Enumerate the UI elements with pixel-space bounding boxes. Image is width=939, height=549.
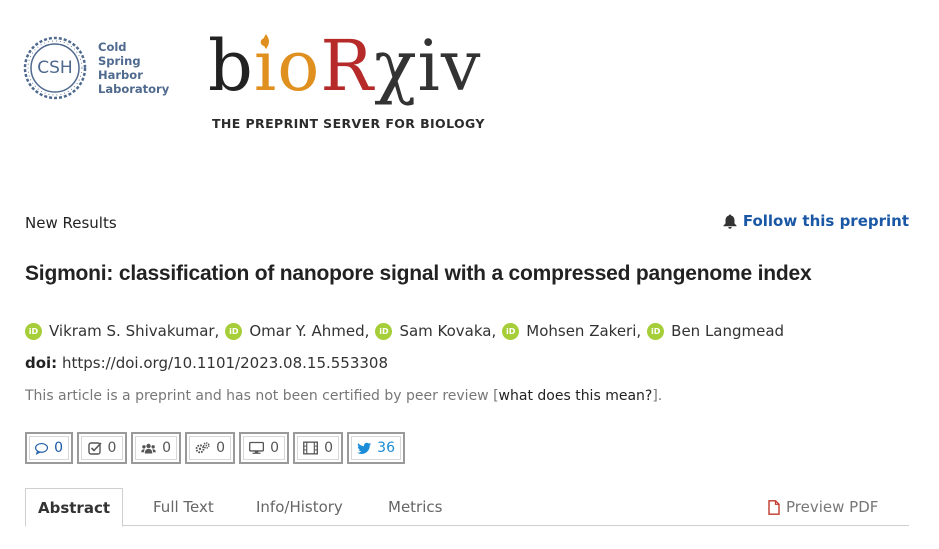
author-item[interactable]: iD Sam Kovaka, bbox=[375, 322, 502, 340]
csh-abbrev: CSH bbox=[37, 58, 73, 78]
tab-metrics[interactable]: Metrics bbox=[388, 488, 442, 526]
preview-pdf-label: Preview PDF bbox=[786, 498, 879, 516]
orcid-icon[interactable]: iD bbox=[225, 322, 243, 340]
comment-bubble-icon bbox=[35, 442, 49, 455]
notice-text: This article is a preprint and has not b… bbox=[25, 388, 499, 404]
csh-name: Cold Spring Harbor Laboratory bbox=[98, 40, 169, 96]
csh-dna-circle-icon: CSH bbox=[22, 35, 88, 101]
author-name[interactable]: Ben Langmead bbox=[671, 322, 784, 340]
article-category: New Results bbox=[25, 214, 117, 232]
twitter-bird-icon bbox=[357, 442, 372, 454]
article-title: Sigmoni: classification of nanopore sign… bbox=[25, 262, 812, 285]
gears-icon bbox=[195, 442, 210, 454]
automated-metric-button[interactable]: 0 bbox=[185, 432, 235, 464]
csh-name-line: Harbor bbox=[98, 68, 143, 82]
video-metric-button[interactable]: 0 bbox=[293, 432, 343, 464]
tab-full-text[interactable]: Full Text bbox=[153, 488, 214, 526]
author-item[interactable]: iD Vikram S. Shivakumar, bbox=[25, 322, 225, 340]
orcid-icon[interactable]: iD bbox=[25, 322, 42, 340]
author-item[interactable]: iD Omar Y. Ahmed, bbox=[225, 322, 375, 340]
author-item[interactable]: iD Mohsen Zakeri, bbox=[502, 322, 647, 340]
tab-info-history[interactable]: Info/History bbox=[256, 488, 343, 526]
wordmark-r: R bbox=[320, 25, 375, 107]
biorxiv-wordmark: bioRχiv bbox=[208, 30, 481, 102]
comments-count: 0 bbox=[54, 440, 63, 456]
automated-count: 0 bbox=[216, 440, 225, 456]
twitter-metric-button[interactable]: 36 bbox=[347, 432, 405, 464]
community-count: 0 bbox=[162, 440, 171, 456]
csh-name-line: Laboratory bbox=[98, 82, 170, 96]
orcid-icon[interactable]: iD bbox=[647, 322, 665, 340]
notice-end: ]. bbox=[652, 388, 663, 404]
author-name[interactable]: Mohsen Zakeri, bbox=[526, 322, 641, 340]
reviews-metric-button[interactable]: 0 bbox=[77, 432, 127, 464]
tv-count: 0 bbox=[270, 440, 279, 456]
reviews-count: 0 bbox=[107, 440, 117, 456]
csh-logo[interactable]: CSH Cold Spring Harbor Laboratory bbox=[22, 28, 182, 108]
site-tagline: THE PREPRINT SERVER FOR BIOLOGY bbox=[212, 116, 485, 131]
author-name[interactable]: Vikram S. Shivakumar, bbox=[49, 322, 219, 340]
wordmark-xiv: χiv bbox=[374, 25, 482, 107]
film-icon bbox=[303, 441, 318, 455]
doi-line: doi: https://doi.org/10.1101/2023.08.15.… bbox=[25, 354, 388, 372]
orcid-icon[interactable]: iD bbox=[375, 322, 393, 340]
tv-metric-button[interactable]: 0 bbox=[239, 432, 289, 464]
author-name[interactable]: Sam Kovaka, bbox=[399, 322, 496, 340]
biorxiv-logo[interactable]: bioRχiv THE PREPRINT SERVER FOR BIOLOGY bbox=[208, 30, 508, 140]
orcid-icon[interactable]: iD bbox=[502, 322, 520, 340]
doi-label: doi: bbox=[25, 354, 58, 372]
candle-flame-icon bbox=[262, 34, 270, 49]
preview-pdf-link[interactable]: Preview PDF bbox=[768, 488, 878, 526]
wordmark-b: b bbox=[208, 25, 254, 107]
monitor-icon bbox=[249, 441, 265, 454]
csh-name-line: Cold bbox=[98, 40, 127, 54]
twitter-count: 36 bbox=[377, 440, 395, 456]
community-metric-button[interactable]: 0 bbox=[131, 432, 181, 464]
video-count: 0 bbox=[324, 440, 333, 456]
pdf-file-icon bbox=[768, 499, 780, 515]
article-metrics-bar: 0 0 0 0 0 0 36 bbox=[25, 432, 405, 464]
preprint-notice: This article is a preprint and has not b… bbox=[25, 388, 662, 404]
author-list: iD Vikram S. Shivakumar, iD Omar Y. Ahme… bbox=[25, 322, 784, 340]
follow-preprint-link[interactable]: Follow this preprint bbox=[723, 212, 909, 230]
checkbox-icon bbox=[87, 442, 102, 455]
bell-icon bbox=[723, 214, 737, 229]
csh-name-line: Spring bbox=[98, 54, 141, 68]
follow-label: Follow this preprint bbox=[742, 212, 909, 230]
what-does-this-mean-link[interactable]: what does this mean? bbox=[499, 388, 653, 404]
users-group-icon bbox=[141, 443, 156, 454]
doi-link[interactable]: https://doi.org/10.1101/2023.08.15.55330… bbox=[62, 354, 388, 372]
author-item[interactable]: iD Ben Langmead bbox=[647, 322, 784, 340]
comments-metric-button[interactable]: 0 bbox=[25, 432, 73, 464]
author-name[interactable]: Omar Y. Ahmed, bbox=[249, 322, 369, 340]
article-tabs: Abstract Full Text Info/History Metrics … bbox=[25, 488, 909, 527]
tab-abstract[interactable]: Abstract bbox=[25, 488, 123, 527]
